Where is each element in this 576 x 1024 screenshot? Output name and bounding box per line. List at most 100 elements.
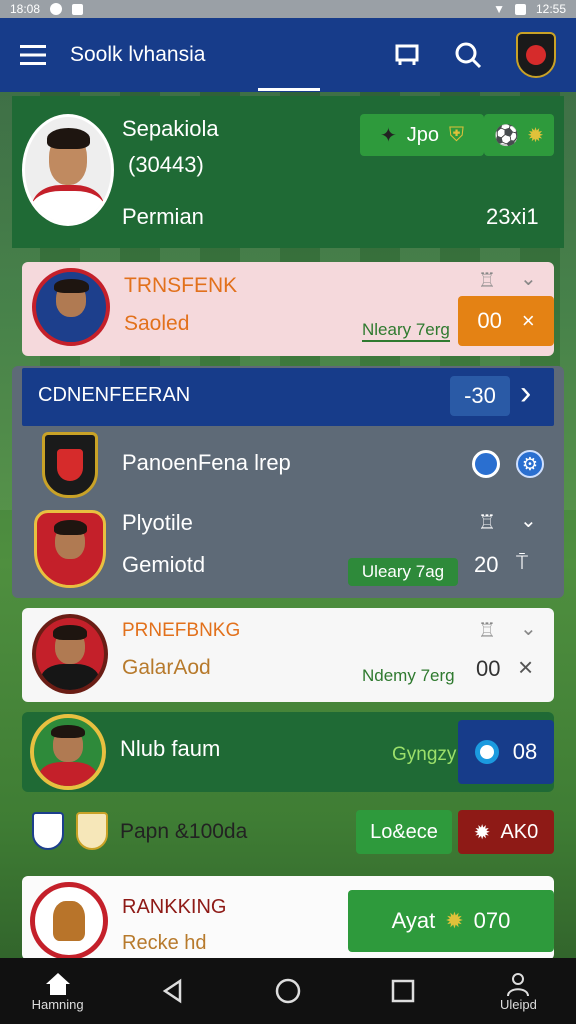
- section-header[interactable]: CDNENFEERAN -30 ›: [22, 368, 554, 426]
- ranking-subtitle: Recke hd: [122, 932, 207, 954]
- ranking-title: RANKKING: [122, 896, 227, 918]
- team-name: PanoenFena lrep: [122, 450, 291, 475]
- ranking-card[interactable]: PRNEFBNKG GalarAod Ndemy 7erg ♖ ⌄ 00 ×: [22, 608, 554, 702]
- panel-player-name: Plyotile: [122, 510, 193, 535]
- emblem-icon: ✹: [473, 821, 491, 844]
- cart-icon[interactable]: [394, 42, 420, 68]
- shield-icon: ⛨: [449, 123, 464, 146]
- ball-badge[interactable]: ⚽ ✹: [484, 114, 554, 156]
- status-bar: 18:08 ▼ 12:55: [0, 0, 576, 18]
- ball-icon: ⚽: [494, 124, 520, 147]
- team-crest: [42, 432, 98, 498]
- toggle-icon: [474, 740, 499, 764]
- bottom-navigation: Hamning Uleipd: [0, 958, 576, 1024]
- match-red-button[interactable]: ✹ AK0: [458, 810, 554, 854]
- app-notification-icon: [72, 3, 84, 15]
- transfer-card[interactable]: TRNSFENK Saoled Nleary 7erg ♖ ⌄ 00 ×: [22, 262, 554, 356]
- user-icon: [507, 972, 530, 996]
- ranking-emblem: [30, 882, 108, 960]
- league-badge[interactable]: ✦ Jpo ⛨: [360, 114, 484, 156]
- ranking-player-avatar: [32, 614, 108, 694]
- panel-value: 20: [474, 552, 499, 577]
- panel-tag: Uleary 7ag: [348, 558, 458, 586]
- refresh-icon[interactable]: [472, 450, 500, 478]
- ranking-action-button[interactable]: Ayat ✹ 070: [348, 890, 554, 952]
- transfer-value-button[interactable]: 00 ×: [458, 296, 554, 346]
- nav-user-label: Uleipd: [499, 996, 537, 1012]
- home-icon: [45, 972, 70, 995]
- ranking-button-value: 070: [473, 908, 511, 933]
- ranking-card-value: 00: [476, 656, 501, 681]
- player-role: Permian: [122, 204, 204, 229]
- cup-icon: ♖: [478, 512, 496, 534]
- player-name: Sepakiola: [122, 116, 219, 141]
- settings-icon[interactable]: ⚙: [516, 450, 544, 478]
- nav-user[interactable]: Uleipd: [461, 971, 576, 1012]
- ranking-button-text: Ayat: [391, 908, 436, 933]
- emblem-icon: ✹: [527, 124, 544, 147]
- status-time-left: 18:08: [10, 2, 41, 16]
- club-value: 08: [512, 739, 538, 764]
- transfer-player-avatar: [32, 268, 110, 346]
- recents-icon: [391, 979, 415, 1003]
- transfer-status: Saoled: [124, 312, 190, 335]
- ranking-card-tag: Ndemy 7erg: [362, 666, 455, 685]
- notification-icon: [50, 3, 63, 15]
- app-bar: Soolk lvhansia: [0, 18, 576, 92]
- ranking-card-title: PRNEFBNKG: [122, 620, 241, 641]
- panel-player-role: Gemiotd: [122, 552, 206, 577]
- player-score: 23xi1: [486, 204, 539, 229]
- emblem-icon: ✹: [445, 908, 464, 933]
- section-value: -30: [464, 383, 496, 408]
- chevron-down-icon[interactable]: ⌄: [520, 266, 537, 291]
- panel-tag-label: Uleary 7ag: [361, 562, 445, 581]
- search-icon[interactable]: [454, 41, 482, 69]
- nav-home-button[interactable]: [230, 977, 345, 1005]
- cup-icon: ♖: [478, 620, 496, 642]
- team-crest-icon[interactable]: [516, 32, 556, 78]
- transfer-value: 00: [477, 308, 502, 333]
- close-icon[interactable]: ×: [518, 652, 533, 683]
- player-avatar: [22, 114, 114, 226]
- battery-icon: [514, 3, 526, 15]
- eagle-icon: ✦: [379, 124, 397, 147]
- cup-icon: ♖: [478, 270, 496, 292]
- league-badge-label: Jpo: [406, 123, 439, 146]
- player-id: (30443): [128, 152, 204, 177]
- section-value-badge[interactable]: -30: [450, 376, 510, 416]
- club-label: Gyngzy: [392, 744, 457, 765]
- nav-home[interactable]: Hamning: [0, 971, 115, 1012]
- shield-icon: [32, 812, 64, 850]
- club-value-button[interactable]: 08: [458, 720, 554, 784]
- ranking-bottom-card[interactable]: RANKKING Recke hd Ayat ✹ 070: [22, 876, 554, 960]
- transfer-title: TRNSFENK: [124, 274, 238, 297]
- match-name: Papn &100da: [120, 820, 248, 843]
- chevron-right-icon[interactable]: ›: [520, 374, 531, 413]
- status-time-right: 12:55: [535, 2, 566, 16]
- nav-recents[interactable]: [346, 978, 461, 1004]
- pin-icon[interactable]: ⍑: [516, 552, 528, 575]
- section-title: CDNENFEERAN: [38, 384, 191, 406]
- menu-icon[interactable]: [20, 45, 46, 65]
- ranking-card-status: GalarAod: [122, 656, 211, 679]
- match-row: Papn &100da Lo&ece ✹ AK0: [22, 800, 554, 864]
- match-red-label: AK0: [500, 820, 539, 843]
- club-name: Nlub faum: [120, 736, 221, 761]
- app-title: Soolk lvhansia: [70, 43, 206, 66]
- match-green-button[interactable]: Lo&ece: [356, 810, 452, 854]
- chevron-down-icon[interactable]: ⌄: [520, 616, 537, 641]
- panel-player-avatar: [34, 510, 106, 588]
- circle-home-icon: [275, 978, 301, 1004]
- active-tab-indicator: [258, 88, 320, 91]
- chevron-down-icon[interactable]: ⌄: [520, 508, 537, 533]
- profile-card[interactable]: Sepakiola (30443) Permian 23xi1 ✦ Jpo ⛨ …: [12, 96, 564, 248]
- close-icon[interactable]: ×: [522, 308, 535, 334]
- club-card[interactable]: Nlub faum Gyngzy 08: [22, 712, 554, 792]
- nav-home-label: Hamning: [31, 996, 84, 1012]
- crest-icon: [76, 812, 108, 850]
- back-icon: [162, 978, 182, 1004]
- match-green-label: Lo&ece: [370, 820, 438, 843]
- nav-back[interactable]: [115, 978, 230, 1004]
- signal-icon: ▼: [493, 2, 505, 16]
- club-player-avatar: [30, 714, 106, 790]
